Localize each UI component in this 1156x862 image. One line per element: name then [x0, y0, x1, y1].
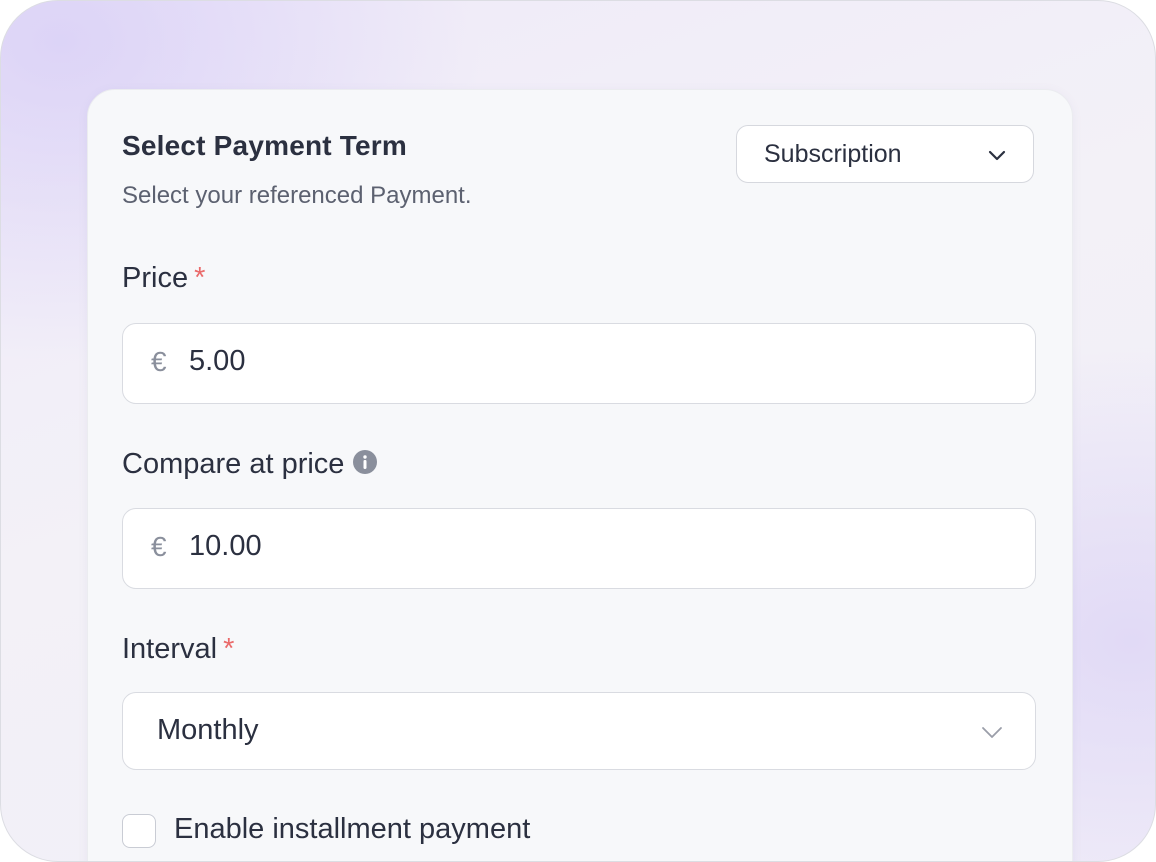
interval-select[interactable]: Monthly [122, 692, 1036, 770]
payment-term-value: Subscription [764, 140, 902, 168]
payment-settings-card: Select Payment Term Select your referenc… [87, 89, 1073, 861]
compare-at-price-label: Compare at price [122, 448, 378, 481]
price-input[interactable]: € 5.00 [122, 323, 1036, 404]
info-icon[interactable] [352, 449, 378, 475]
price-label: Price * [122, 262, 205, 295]
price-value: 5.00 [189, 345, 246, 377]
interval-label-text: Interval [122, 633, 218, 665]
chevron-down-icon [988, 150, 1006, 161]
compare-at-price-label-text: Compare at price [122, 448, 345, 480]
chevron-down-icon [982, 727, 1002, 738]
app-frame: Select Payment Term Select your referenc… [0, 0, 1156, 862]
compare-at-price-input[interactable]: € 10.00 [122, 508, 1036, 589]
compare-at-price-currency-symbol: € [151, 531, 167, 562]
price-currency-symbol: € [151, 346, 167, 377]
interval-label: Interval * [122, 633, 234, 666]
installment-label[interactable]: Enable installment payment [174, 813, 530, 846]
payment-term-subtitle: Select your referenced Payment. [122, 182, 472, 209]
price-label-text: Price [122, 262, 189, 294]
payment-term-select[interactable]: Subscription [736, 125, 1034, 183]
installment-checkbox[interactable] [122, 814, 156, 848]
payment-term-title: Select Payment Term [122, 130, 407, 161]
compare-at-price-value: 10.00 [189, 530, 262, 562]
interval-value: Monthly [157, 714, 259, 746]
interval-required-mark: * [223, 633, 235, 665]
price-required-mark: * [194, 262, 206, 294]
